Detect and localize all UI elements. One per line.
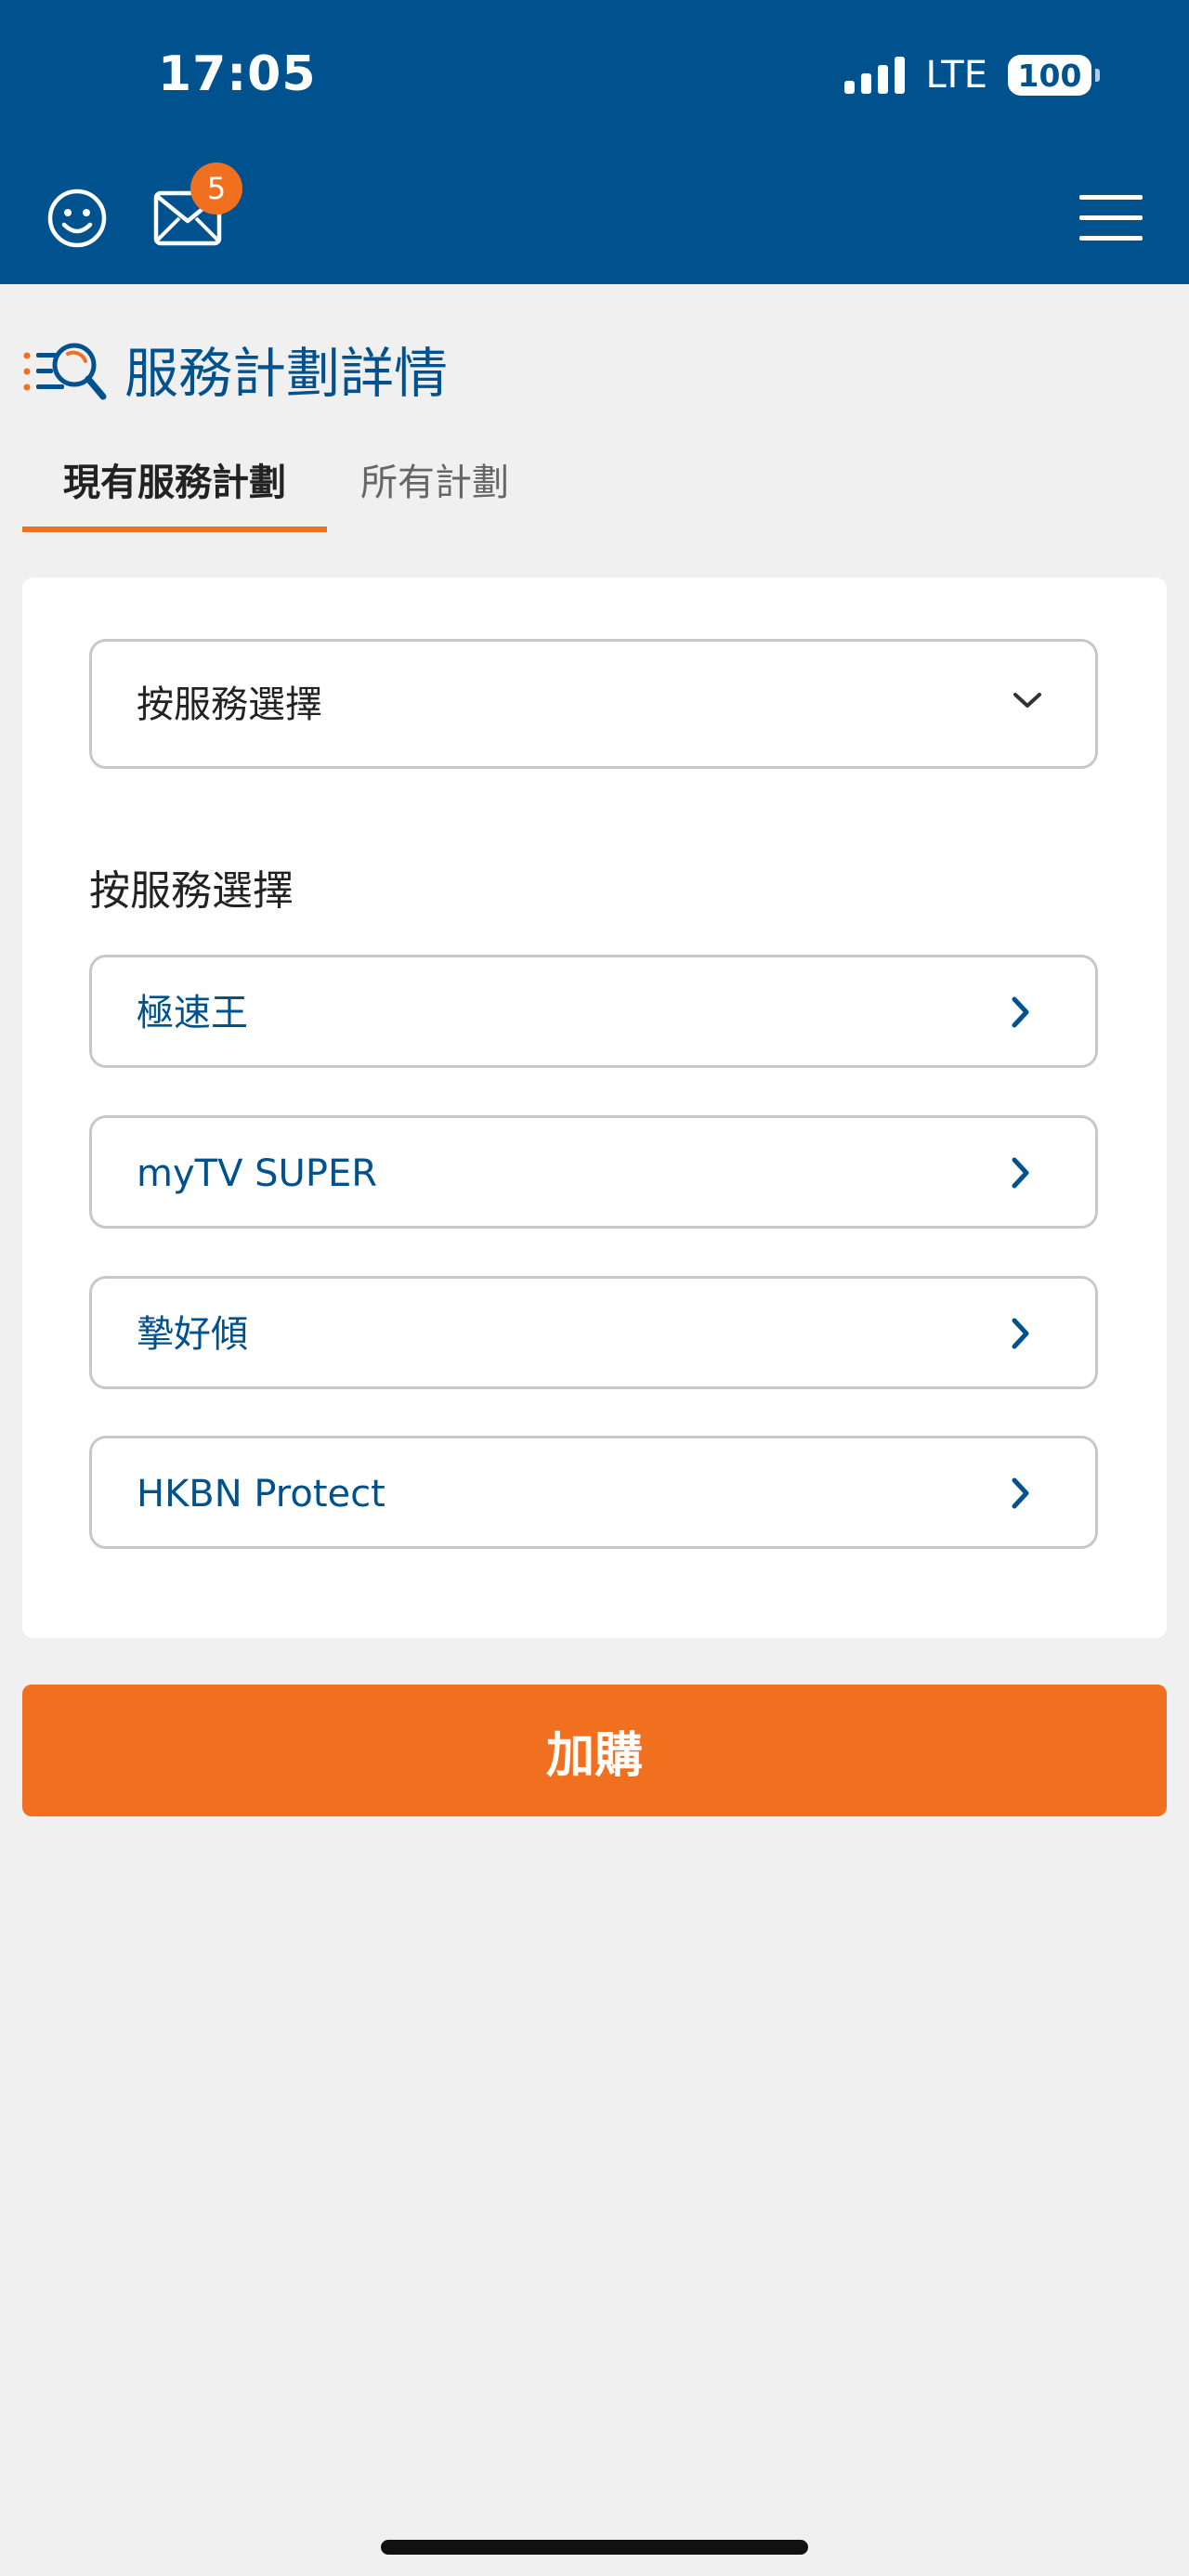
smiley-icon[interactable] xyxy=(46,188,108,249)
service-item-label: HKBN Protect xyxy=(137,1473,385,1516)
battery-nub xyxy=(1095,69,1100,82)
add-on-button[interactable]: 加購 xyxy=(22,1685,1167,1816)
tab-current-plans[interactable]: 現有服務計劃 xyxy=(22,455,327,535)
service-item-hkbn-protect[interactable]: HKBN Protect xyxy=(89,1436,1098,1549)
plan-search-icon xyxy=(23,343,107,400)
signal-icon xyxy=(843,57,905,94)
active-tab-indicator xyxy=(22,527,327,532)
service-item-label: 摯好傾 xyxy=(137,1313,248,1356)
chevron-right-icon xyxy=(1012,1157,1029,1189)
chevron-right-icon xyxy=(1012,1318,1029,1349)
service-item-label: myTV SUPER xyxy=(137,1152,378,1195)
status-icons: LTE 100 xyxy=(843,54,1100,97)
status-time: 17:05 xyxy=(158,46,317,102)
tab-all-plans[interactable]: 所有計劃 xyxy=(360,455,509,535)
chevron-right-icon xyxy=(1012,996,1029,1028)
battery-icon: 100 xyxy=(1008,55,1100,96)
menu-icon[interactable] xyxy=(1079,193,1143,243)
chevron-right-icon xyxy=(1012,1477,1029,1509)
home-indicator[interactable] xyxy=(381,2540,808,2555)
service-item-mytv-super[interactable]: myTV SUPER xyxy=(89,1115,1098,1229)
chevron-down-icon xyxy=(1013,693,1041,708)
service-item-voice[interactable]: 摯好傾 xyxy=(89,1276,1098,1389)
notification-badge: 5 xyxy=(190,163,242,215)
service-item-label: 極速王 xyxy=(137,992,248,1034)
service-list-heading: 按服務選擇 xyxy=(89,867,294,915)
battery-level: 100 xyxy=(1017,57,1082,94)
network-type: LTE xyxy=(925,54,987,97)
service-select-value: 按服務選擇 xyxy=(137,683,322,726)
app-header: 17:05 LTE 100 5 xyxy=(0,0,1189,284)
service-item-speed-king[interactable]: 極速王 xyxy=(89,955,1098,1068)
service-select[interactable]: 按服務選擇 xyxy=(89,639,1098,769)
page-title: 服務計劃詳情 xyxy=(124,342,449,405)
